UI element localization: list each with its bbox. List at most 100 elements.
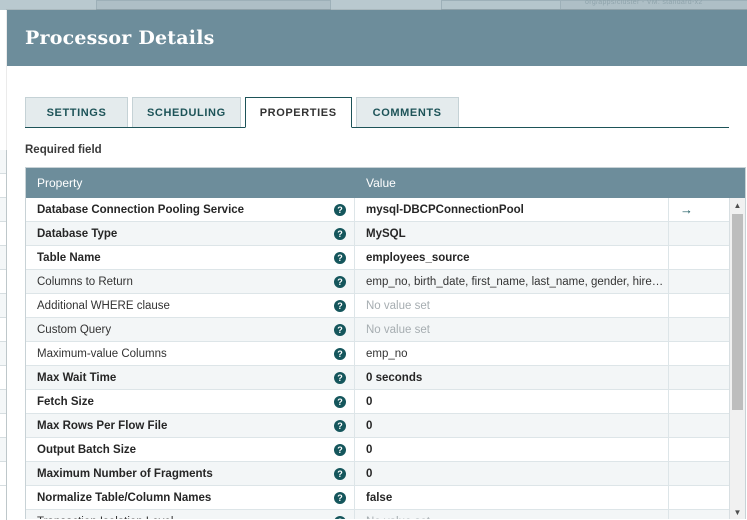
value-cell[interactable]: No value set [355, 510, 669, 519]
value-cell[interactable]: No value set [355, 318, 669, 341]
tab-scheduling[interactable]: SCHEDULING [132, 97, 241, 127]
required-field-note: Required field [25, 144, 102, 156]
property-label: Transaction Isolation Level [37, 516, 330, 520]
value-text: emp_no, birth_date, first_name, last_nam… [366, 275, 664, 288]
dialog-body: SETTINGS SCHEDULING PROPERTIES COMMENTS … [7, 84, 747, 519]
property-cell: Columns to Return? [26, 270, 355, 293]
value-placeholder: No value set [366, 516, 430, 520]
tab-properties[interactable]: PROPERTIES [244, 97, 352, 128]
property-cell: Database Type? [26, 222, 355, 245]
property-cell: Transaction Isolation Level? [26, 510, 355, 519]
background-ghost-label: org/apps/cluster - VM: standard-x2 [585, 0, 703, 6]
help-circle-icon[interactable]: ? [334, 395, 346, 408]
background-left-sliver [0, 150, 7, 520]
table-row[interactable]: Fetch Size? 0 [26, 390, 745, 414]
table-row[interactable]: Maximum Number of Fragments? 0 [26, 462, 745, 486]
table-row[interactable]: Database Connection Pooling Service? mysq… [26, 198, 745, 222]
value-text: emp_no [366, 347, 408, 360]
property-cell: Maximum Number of Fragments? [26, 462, 355, 485]
table-row[interactable]: Max Rows Per Flow File? 0 [26, 414, 745, 438]
property-label: Custom Query [37, 323, 112, 336]
table-row[interactable]: Output Batch Size? 0 [26, 438, 745, 462]
background-canvas: org/apps/cluster - VM: standard-x2 [0, 0, 747, 10]
scroll-down-button[interactable]: ▼ [730, 505, 745, 519]
property-cell: Additional WHERE clause? [26, 294, 355, 317]
scroll-up-button[interactable]: ▲ [730, 198, 745, 212]
help-circle-icon[interactable]: ? [334, 275, 346, 288]
property-cell: Maximum-value Columns? [26, 342, 355, 365]
value-placeholder: No value set [366, 323, 430, 336]
help-circle-icon[interactable]: ? [334, 443, 346, 456]
value-text: 0 seconds [366, 371, 423, 384]
value-text: employees_source [366, 251, 470, 264]
value-cell[interactable]: employees_source [355, 246, 669, 269]
property-label: Maximum Number of Fragments [37, 467, 213, 480]
table-header-row: Property Value [26, 168, 745, 198]
help-circle-icon[interactable]: ? [334, 467, 346, 480]
property-label: Columns to Return [37, 275, 133, 288]
property-label: Table Name [37, 251, 101, 264]
table-row[interactable]: Custom Query? No value set [26, 318, 745, 342]
property-cell: Normalize Table/Column Names? [26, 486, 355, 509]
property-cell: Database Connection Pooling Service? [26, 198, 355, 221]
tab-settings[interactable]: SETTINGS [25, 97, 128, 127]
property-label: Max Rows Per Flow File [37, 419, 168, 432]
help-circle-icon[interactable]: ? [334, 371, 346, 384]
column-header-property: Property [37, 176, 83, 190]
background-panel-left [96, 0, 331, 10]
help-circle-icon[interactable]: ? [334, 251, 346, 264]
property-cell: Max Wait Time? [26, 366, 355, 389]
scrollbar-thumb[interactable] [732, 214, 743, 410]
processor-details-dialog: Processor Details SETTINGS SCHEDULING PR… [7, 10, 747, 520]
dialog-header: Processor Details [7, 10, 747, 66]
help-circle-icon[interactable]: ? [334, 515, 346, 519]
property-label: Max Wait Time [37, 371, 117, 384]
value-cell[interactable]: emp_no [355, 342, 669, 365]
property-label: Maximum-value Columns [37, 347, 167, 360]
table-row[interactable]: Table Name? employees_source [26, 246, 745, 270]
value-cell[interactable]: 0 [355, 414, 669, 437]
value-text: mysql-DBCPConnectionPool [366, 203, 524, 216]
value-text: 0 [366, 419, 373, 432]
value-text: MySQL [366, 227, 406, 240]
table-scrollbar[interactable]: ▲ ▼ [729, 198, 745, 519]
table-row[interactable]: Transaction Isolation Level? No value set [26, 510, 745, 519]
property-label: Output Batch Size [37, 443, 137, 456]
tab-comments[interactable]: COMMENTS [355, 97, 459, 127]
value-text: false [366, 491, 393, 504]
table-row[interactable]: Additional WHERE clause? No value set [26, 294, 745, 318]
property-label: Fetch Size [37, 395, 94, 408]
value-cell[interactable]: false [355, 486, 669, 509]
table-body: Database Connection Pooling Service? mysq… [26, 198, 745, 519]
value-cell[interactable]: 0 [355, 462, 669, 485]
help-circle-icon[interactable]: ? [334, 203, 346, 216]
value-cell[interactable]: emp_no, birth_date, first_name, last_nam… [355, 270, 669, 293]
value-cell[interactable]: 0 [355, 390, 669, 413]
table-row[interactable]: Max Wait Time? 0 seconds [26, 366, 745, 390]
table-row[interactable]: Maximum-value Columns? emp_no [26, 342, 745, 366]
property-label: Normalize Table/Column Names [37, 491, 212, 504]
value-cell[interactable]: MySQL [355, 222, 669, 245]
help-circle-icon[interactable]: ? [334, 299, 346, 312]
tab-bar: SETTINGS SCHEDULING PROPERTIES COMMENTS [25, 84, 729, 128]
help-circle-icon[interactable]: ? [334, 419, 346, 432]
value-cell[interactable]: 0 [355, 438, 669, 461]
help-circle-icon[interactable]: ? [334, 227, 346, 240]
value-text: 0 [366, 395, 373, 408]
value-text: 0 [366, 467, 373, 480]
arrow-right-icon[interactable]: → [680, 203, 693, 216]
properties-table: Property Value Database Connection Pooli… [25, 167, 746, 519]
value-cell[interactable]: 0 seconds [355, 366, 669, 389]
property-label: Additional WHERE clause [37, 299, 170, 312]
table-row[interactable]: Database Type? MySQL [26, 222, 745, 246]
help-circle-icon[interactable]: ? [334, 323, 346, 336]
table-row[interactable]: Normalize Table/Column Names? false [26, 486, 745, 510]
help-circle-icon[interactable]: ? [334, 347, 346, 360]
value-placeholder: No value set [366, 299, 430, 312]
help-circle-icon[interactable]: ? [334, 491, 346, 504]
table-row[interactable]: Columns to Return? emp_no, birth_date, fi… [26, 270, 745, 294]
value-cell[interactable]: No value set [355, 294, 669, 317]
value-cell[interactable]: mysql-DBCPConnectionPool [355, 198, 669, 221]
property-cell: Max Rows Per Flow File? [26, 414, 355, 437]
property-cell: Fetch Size? [26, 390, 355, 413]
